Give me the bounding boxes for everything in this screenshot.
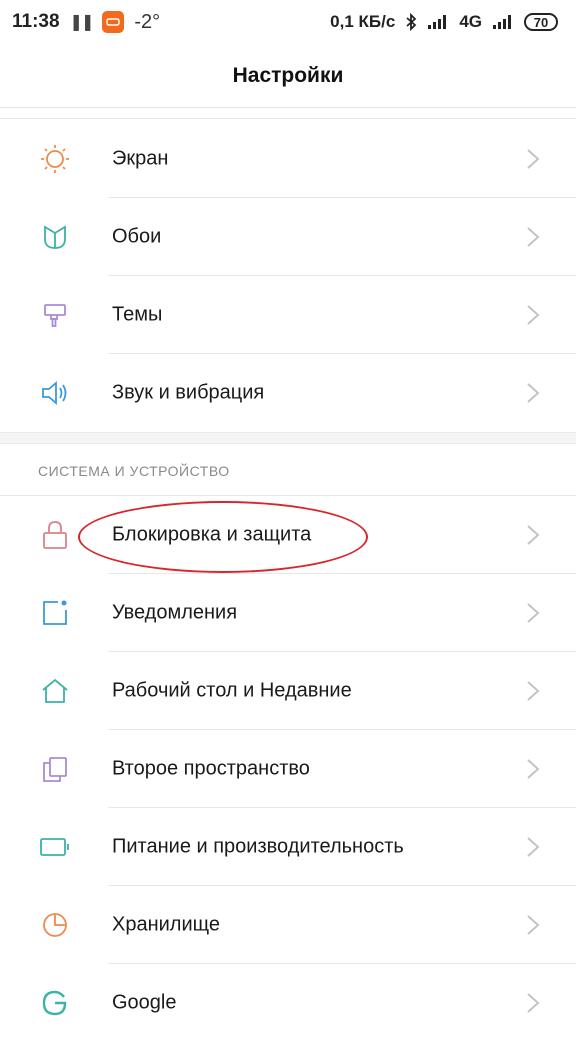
chevron-right-icon bbox=[527, 759, 540, 779]
settings-item-lock-security[interactable]: Блокировка и защита bbox=[0, 496, 576, 574]
paint-roller-icon bbox=[38, 298, 72, 332]
chevron-right-icon bbox=[527, 149, 540, 169]
settings-item-notifications[interactable]: Уведомления bbox=[0, 574, 576, 652]
status-bar-left: 11:38 ❚❚ -2° bbox=[12, 11, 160, 34]
speaker-icon bbox=[38, 376, 72, 410]
pause-icon: ❚❚ bbox=[69, 14, 95, 31]
settings-item-display[interactable]: Экран bbox=[0, 120, 576, 198]
section-gap bbox=[0, 432, 576, 444]
chevron-right-icon bbox=[527, 227, 540, 247]
settings-item-label: Рабочий стол и Недавние bbox=[112, 679, 352, 702]
home-icon bbox=[38, 674, 72, 708]
second-space-icon bbox=[38, 752, 72, 786]
google-icon bbox=[38, 986, 72, 1020]
chevron-right-icon bbox=[527, 915, 540, 935]
settings-item-themes[interactable]: Темы bbox=[0, 276, 576, 354]
signal-icon bbox=[428, 15, 447, 29]
chevron-right-icon bbox=[527, 383, 540, 403]
settings-item-second-space[interactable]: Второе пространство bbox=[0, 730, 576, 808]
settings-list-group2: Блокировка и защита Уведомления Рабочий … bbox=[0, 496, 576, 1042]
settings-item-power[interactable]: Питание и производительность bbox=[0, 808, 576, 886]
battery-icon bbox=[38, 830, 72, 864]
settings-item-label: Хранилище bbox=[112, 913, 220, 936]
status-temperature: -2° bbox=[134, 10, 161, 33]
status-net-speed: 0,1 КБ/с bbox=[330, 12, 396, 31]
tulip-icon bbox=[38, 220, 72, 254]
page-title: Настройки bbox=[0, 44, 576, 108]
chevron-right-icon bbox=[527, 305, 540, 325]
settings-item-label: Питание и производительность bbox=[112, 835, 404, 858]
signal-icon-2 bbox=[493, 15, 511, 29]
settings-item-google[interactable]: Google bbox=[0, 964, 576, 1042]
status-bar: 11:38 ❚❚ -2° 0,1 КБ/с 4G 70 bbox=[0, 0, 576, 44]
storage-pie-icon bbox=[38, 908, 72, 942]
sun-icon bbox=[38, 142, 72, 176]
chevron-right-icon bbox=[527, 603, 540, 623]
chevron-right-icon bbox=[527, 681, 540, 701]
settings-item-label: Экран bbox=[112, 147, 169, 170]
chevron-right-icon bbox=[527, 993, 540, 1013]
notification-icon bbox=[38, 596, 72, 630]
battery-indicator: 70 bbox=[524, 13, 558, 31]
settings-item-label: Блокировка и защита bbox=[112, 523, 312, 546]
chevron-right-icon bbox=[527, 837, 540, 857]
settings-item-sound[interactable]: Звук и вибрация bbox=[0, 354, 576, 432]
settings-item-label: Уведомления bbox=[112, 601, 238, 624]
settings-item-label: Второе пространство bbox=[112, 757, 310, 780]
settings-item-storage[interactable]: Хранилище bbox=[0, 886, 576, 964]
settings-item-label: Google bbox=[112, 991, 177, 1014]
status-bar-right: 0,1 КБ/с 4G 70 bbox=[330, 12, 558, 32]
section-title: СИСТЕМА И УСТРОЙСТВО bbox=[38, 463, 230, 479]
status-network-type: 4G bbox=[459, 12, 482, 31]
settings-item-label: Звук и вибрация bbox=[112, 381, 265, 404]
chevron-right-icon bbox=[527, 525, 540, 545]
mi-app-icon bbox=[102, 11, 125, 33]
top-divider bbox=[0, 118, 576, 119]
settings-item-wallpaper[interactable]: Обои bbox=[0, 198, 576, 276]
settings-item-label: Темы bbox=[112, 303, 163, 326]
settings-item-home-screen[interactable]: Рабочий стол и Недавние bbox=[0, 652, 576, 730]
bluetooth-icon bbox=[406, 13, 417, 31]
settings-list-group1: Экран Обои Темы Звук и вибрация bbox=[0, 120, 576, 432]
lock-icon bbox=[38, 518, 72, 552]
status-time: 11:38 bbox=[12, 11, 60, 32]
settings-item-label: Обои bbox=[112, 225, 162, 248]
